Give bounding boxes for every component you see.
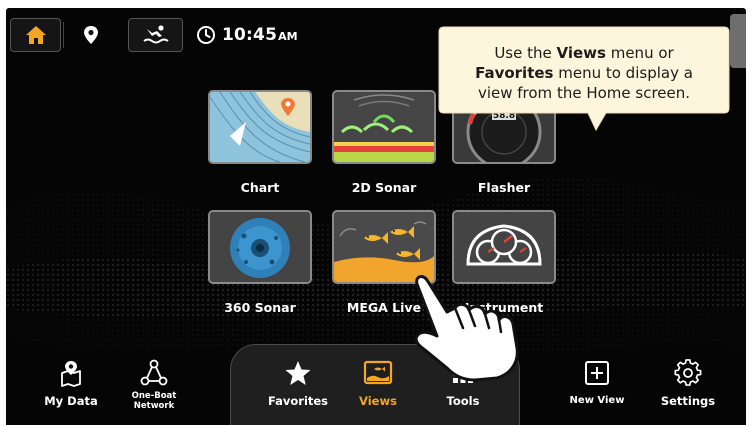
nav-new-view-label: New View [569,395,625,406]
location-button[interactable] [66,18,116,52]
nav-favorites-label: Favorites [267,394,329,408]
360-sonar-thumbnail [210,212,310,282]
callout-favorites-term: Favorites [475,64,554,82]
home-icon [25,26,46,44]
scroll-handle[interactable] [730,14,746,68]
view-label-360-sonar: 360 Sonar [224,300,296,315]
nav-favorites[interactable]: Favorites [253,353,343,423]
nav-tools-label: Tools [446,394,480,408]
clock-icon [197,26,215,44]
pointing-hand-icon [414,275,519,382]
clock: 10:45 AM [196,22,298,48]
callout-line-1: Use the Views menu or [494,44,674,62]
location-pin-icon [84,26,98,44]
callout-line-2: Favorites menu to display a [475,64,693,82]
view-label-2d-sonar: 2D Sonar [351,180,417,195]
device-screen: 10:45 AM Chart 2D Sonar 58.8 Flasher 360… [6,8,746,425]
view-label-flasher: Flasher [477,180,531,195]
nav-new-view-icon-wrap [552,359,642,387]
status-divider [63,22,64,48]
nav-one-boat-network[interactable]: One-Boat Network [109,353,199,423]
view-label-chart: Chart [240,180,280,195]
man-overboard-button[interactable] [128,18,183,52]
map-pin-icon [61,361,81,387]
callout-tooltip: Use the Views menu or Favorites menu to … [438,26,730,136]
person-overboard-icon [142,25,169,44]
nav-one-boat-icon-wrap [109,359,199,387]
nav-favorites-icon-wrap [253,359,343,387]
clock-time: 10:45 [222,25,278,45]
nav-my-data[interactable]: My Data [26,353,116,423]
clock-ampm: AM [278,30,298,43]
callout-text: Use the Views menu or Favorites menu to … [438,43,730,103]
network-icon [140,359,168,386]
nav-settings-label: Settings [660,394,716,408]
star-icon [285,361,311,385]
callout-views-term: Views [556,44,606,62]
nav-new-view[interactable]: New View [552,353,642,423]
nav-my-data-label: My Data [44,394,98,408]
view-tile-2d-sonar[interactable] [332,90,436,164]
view-tile-chart[interactable] [208,90,312,164]
nav-one-boat-label: One-Boat Network [131,391,177,411]
gear-icon [674,359,702,386]
chart-thumbnail [210,92,310,162]
view-tile-360-sonar[interactable] [208,210,312,284]
home-button[interactable] [10,18,61,52]
2d-sonar-thumbnail [334,92,434,162]
add-icon [585,361,609,385]
callout-line-3: view from the Home screen. [477,84,691,102]
nav-my-data-icon-wrap [26,359,116,387]
views-icon [363,360,393,385]
nav-views-label: Views [359,394,397,408]
nav-settings-icon-wrap [643,359,733,387]
nav-settings[interactable]: Settings [643,353,733,423]
